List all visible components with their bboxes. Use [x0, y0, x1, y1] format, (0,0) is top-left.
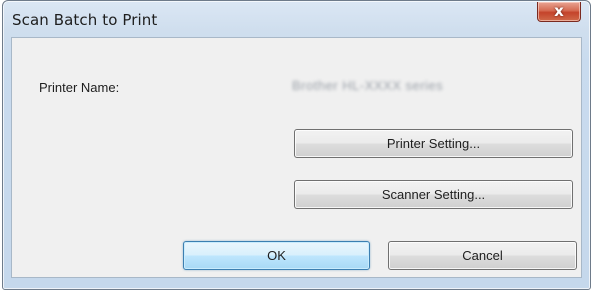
title-bar[interactable]: Scan Batch to Print x: [3, 1, 590, 37]
close-icon: x: [554, 2, 564, 20]
dialog-title: Scan Batch to Print: [12, 11, 158, 29]
ok-button[interactable]: OK: [183, 241, 370, 270]
scanner-setting-button[interactable]: Scanner Setting...: [294, 180, 573, 209]
cancel-button[interactable]: Cancel: [388, 241, 577, 270]
printer-setting-button[interactable]: Printer Setting...: [294, 129, 573, 158]
dialog-window: Scan Batch to Print x Printer Name: Brot…: [2, 0, 591, 290]
close-button[interactable]: x: [537, 2, 581, 22]
printer-name-value: Brother HL-XXXX series: [292, 78, 444, 93]
dialog-content: Printer Name: Brother HL-XXXX series Pri…: [11, 37, 582, 278]
printer-name-label: Printer Name:: [39, 80, 120, 95]
